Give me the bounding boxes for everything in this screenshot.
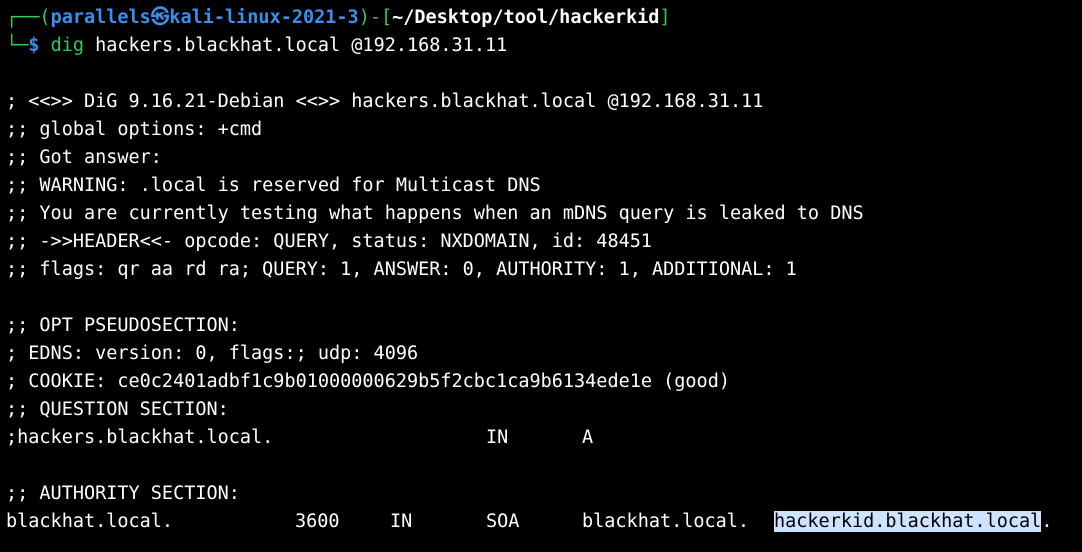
command-line: └─$ dig hackers.blackhat.local @192.168.… [6,32,507,60]
output-line: ;; Got answer: [6,147,162,168]
prompt-user: parallels [50,7,151,28]
output-line: ;; flags: qr aa rd ra; QUERY: 1, ANSWER:… [6,259,797,280]
output-line: ;; ->>HEADER<<- opcode: QUERY, status: N… [6,231,653,252]
question-type: A [582,427,594,448]
prompt-host: kali-linux-2021-3 [169,7,359,28]
authority-ttl: 3600 [295,511,340,532]
output-line: ; COOKIE: ce0c2401adbf1c9b01000000629b5f… [6,371,730,392]
authority-mname: blackhat.local. [582,511,750,532]
authority-rname-tail: . [1041,511,1053,532]
authority-record: blackhat.local. 3600 IN SOA blackhat.loc… [6,508,1080,536]
prompt-corner-top: ┌──( [6,7,51,28]
prompt-path: ~/Desktop/tool/hackerkid [392,7,660,28]
terminal-window[interactable]: ┌──(parallels㉿kali-linux-2021-3)-[~/Desk… [0,0,1082,552]
prompt-close-bracket: ] [659,7,671,28]
output-line: ;; You are currently testing what happen… [6,203,864,224]
output-line: ;; global options: +cmd [6,119,263,140]
command-args: hackers.blackhat.local @192.168.31.11 [95,35,508,56]
prompt-line: ┌──(parallels㉿kali-linux-2021-3)-[~/Desk… [6,4,671,32]
output-line: ; <<>> DiG 9.16.21-Debian <<>> hackers.b… [6,91,764,112]
authority-rname-line: hackerkid.blackhat.local. [774,508,1052,536]
authority-type: SOA [486,511,520,532]
question-name: ;hackers.blackhat.local. [6,427,274,448]
question-record: ;hackers.blackhat.local. IN A [6,424,1076,452]
selected-text[interactable]: hackerkid.blackhat.local [774,511,1042,532]
authority-class: IN [390,511,413,532]
output-line: ;; OPT PSEUDOSECTION: [6,315,240,336]
prompt-dash: -[ [369,7,393,28]
output-line: ; EDNS: version: 0, flags:; udp: 4096 [6,343,419,364]
command-name: dig [50,35,84,56]
prompt-corner-bottom: └─ [6,35,29,56]
prompt-at-symbol: ㉿ [150,7,170,28]
output-line: ;; AUTHORITY SECTION: [6,483,240,504]
prompt-dollar: $ [28,35,40,56]
output-line: ;; WARNING: .local is reserved for Multi… [6,175,541,196]
output-line: ;; QUESTION SECTION: [6,399,229,420]
prompt-close-paren: ) [358,7,370,28]
authority-name: blackhat.local. [6,511,174,532]
question-class: IN [486,427,509,448]
